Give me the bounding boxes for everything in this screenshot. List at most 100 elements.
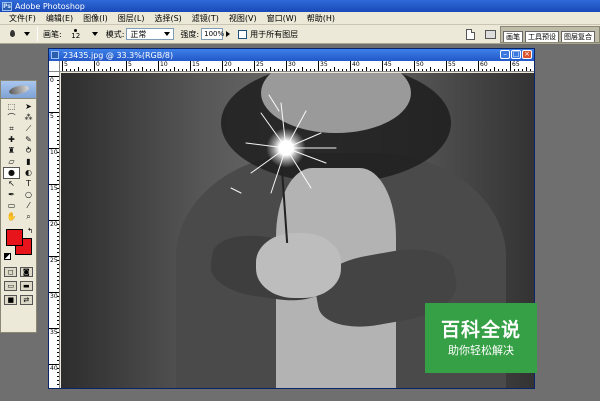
menu-view[interactable]: 视图(V) xyxy=(224,13,262,24)
print-icon[interactable] xyxy=(485,30,496,39)
ruler-minor-tick xyxy=(338,69,339,71)
menu-select[interactable]: 选择(S) xyxy=(149,13,186,24)
strength-slider-button[interactable] xyxy=(223,28,232,40)
ruler-origin[interactable] xyxy=(49,61,60,72)
ruler-minor-tick xyxy=(362,69,363,71)
ruler-minor-tick xyxy=(86,69,87,71)
shape-tool-icon[interactable]: ○ xyxy=(21,190,36,200)
brush-picker[interactable]: 12 xyxy=(64,27,88,42)
ruler-major-tick xyxy=(158,61,159,71)
default-colors-icon[interactable] xyxy=(4,253,11,260)
ruler-minor-tick xyxy=(57,160,59,161)
lasso-tool-icon[interactable]: ⌒ xyxy=(4,113,19,123)
ruler-minor-tick xyxy=(334,67,335,71)
ruler-minor-tick xyxy=(202,69,203,71)
fullscreen-mode-icon[interactable]: ■ xyxy=(4,295,18,305)
crop-tool-icon[interactable]: ⌗ xyxy=(4,124,19,134)
toolbox-header[interactable] xyxy=(1,81,36,99)
ruler-minor-tick xyxy=(314,69,315,71)
minimize-icon[interactable]: – xyxy=(500,50,510,59)
close-icon[interactable]: × xyxy=(522,50,532,59)
ruler-minor-tick xyxy=(174,67,175,71)
quick-mask-icon[interactable]: ◙ xyxy=(19,267,33,277)
ruler-minor-tick xyxy=(57,308,59,309)
menu-file[interactable]: 文件(F) xyxy=(4,13,41,24)
ruler-minor-tick xyxy=(178,69,179,71)
strength-input[interactable]: 100% xyxy=(201,28,224,40)
ruler-minor-tick xyxy=(57,348,59,349)
ruler-minor-tick xyxy=(146,69,147,71)
chevron-right-icon xyxy=(225,31,230,37)
document-icon xyxy=(51,51,59,59)
ruler-minor-tick xyxy=(438,69,439,71)
ruler-minor-tick xyxy=(57,180,59,181)
file-browser-icon[interactable] xyxy=(466,29,475,40)
tool-preset-picker[interactable] xyxy=(6,27,32,42)
clone-stamp-tool-icon[interactable]: ♜ xyxy=(4,146,19,156)
menu-edit[interactable]: 编辑(E) xyxy=(41,13,78,24)
brush-tool-icon[interactable]: ✎ xyxy=(21,135,36,145)
eyedropper-tool-icon[interactable]: ⁄ xyxy=(21,201,36,211)
imageready-icon[interactable]: ⇄ xyxy=(19,295,33,305)
ruler-minor-tick xyxy=(57,304,59,305)
ruler-minor-tick xyxy=(57,236,59,237)
ruler-minor-tick xyxy=(326,69,327,71)
standard-mode-icon[interactable]: ◻ xyxy=(4,267,18,277)
photo-sparkler-glow xyxy=(266,128,306,168)
pen-tool-icon[interactable]: ✒ xyxy=(4,190,19,200)
ruler-major-tick xyxy=(126,61,127,71)
type-tool-icon[interactable]: T xyxy=(21,179,36,189)
menu-help[interactable]: 帮助(H) xyxy=(302,13,340,24)
move-tool-icon[interactable]: ➤ xyxy=(21,102,36,112)
ruler-major-tick xyxy=(94,61,95,71)
path-selection-tool-icon[interactable]: ↖ xyxy=(4,179,19,189)
ruler-minor-tick xyxy=(57,188,59,189)
menu-filter[interactable]: 滤镜(T) xyxy=(187,13,224,24)
marquee-tool-icon[interactable]: ⬚ xyxy=(4,102,19,112)
mode-select[interactable]: 正常 xyxy=(126,28,175,40)
swap-colors-icon[interactable]: ↰ xyxy=(27,227,33,235)
ruler-minor-tick xyxy=(106,69,107,71)
eraser-tool-icon[interactable]: ▱ xyxy=(4,157,19,167)
foreground-color-swatch[interactable] xyxy=(6,229,23,246)
ruler-minor-tick xyxy=(330,69,331,71)
menu-layer[interactable]: 图层(L) xyxy=(113,13,150,24)
maximize-icon[interactable]: □ xyxy=(511,50,521,59)
notes-tool-icon[interactable]: ▭ xyxy=(4,201,19,211)
ruler-minor-tick xyxy=(57,300,59,301)
ruler-minor-tick xyxy=(422,69,423,71)
ruler-minor-tick xyxy=(57,332,59,333)
magic-wand-tool-icon[interactable]: ⁂ xyxy=(21,113,36,123)
vertical-ruler[interactable]: 0 5 10 15 20 25 30 35 40 xyxy=(49,72,60,388)
ruler-h-label: 45 xyxy=(384,61,392,68)
tab-tool-presets[interactable]: 工具预设 xyxy=(525,31,559,42)
ruler-minor-tick xyxy=(57,288,59,289)
tab-layer-comps[interactable]: 图层复合 xyxy=(561,31,595,42)
screen-mode-full-icon[interactable]: ▬ xyxy=(19,281,33,291)
menu-image[interactable]: 图像(I) xyxy=(78,13,113,24)
gradient-tool-icon[interactable]: ▮ xyxy=(21,157,36,167)
tab-brushes[interactable]: 画笔 xyxy=(503,31,523,42)
ruler-h-label: 35 xyxy=(320,61,328,68)
screen-mode-standard-icon[interactable]: ▭ xyxy=(4,281,18,291)
ruler-minor-tick xyxy=(430,67,431,71)
ruler-minor-tick xyxy=(57,320,59,321)
ruler-minor-tick xyxy=(522,69,523,71)
ruler-minor-tick xyxy=(57,208,59,209)
hand-tool-icon[interactable]: ✋ xyxy=(4,212,19,222)
history-brush-tool-icon[interactable]: ⥁ xyxy=(21,146,36,156)
document-titlebar[interactable]: 23435.jpg @ 33.3%(RGB/8) – □ × xyxy=(49,49,534,61)
slice-tool-icon[interactable]: ⟋ xyxy=(21,124,36,134)
horizontal-ruler[interactable]: 5 0 5 10 15 20 25 30 35 40 45 50 55 60 65 xyxy=(60,61,534,72)
dodge-tool-icon[interactable]: ◐ xyxy=(21,168,36,178)
ruler-minor-tick xyxy=(306,69,307,71)
blur-tool-icon[interactable]: ● xyxy=(3,167,20,179)
zoom-tool-icon[interactable]: ⌕ xyxy=(21,212,36,222)
ruler-minor-tick xyxy=(294,69,295,71)
menu-window[interactable]: 窗口(W) xyxy=(262,13,302,24)
ruler-major-tick xyxy=(318,61,319,71)
ruler-minor-tick xyxy=(57,80,59,81)
brush-dropdown-icon[interactable] xyxy=(91,32,98,36)
all-layers-checkbox[interactable] xyxy=(238,29,248,39)
healing-brush-tool-icon[interactable]: ✚ xyxy=(4,135,19,145)
